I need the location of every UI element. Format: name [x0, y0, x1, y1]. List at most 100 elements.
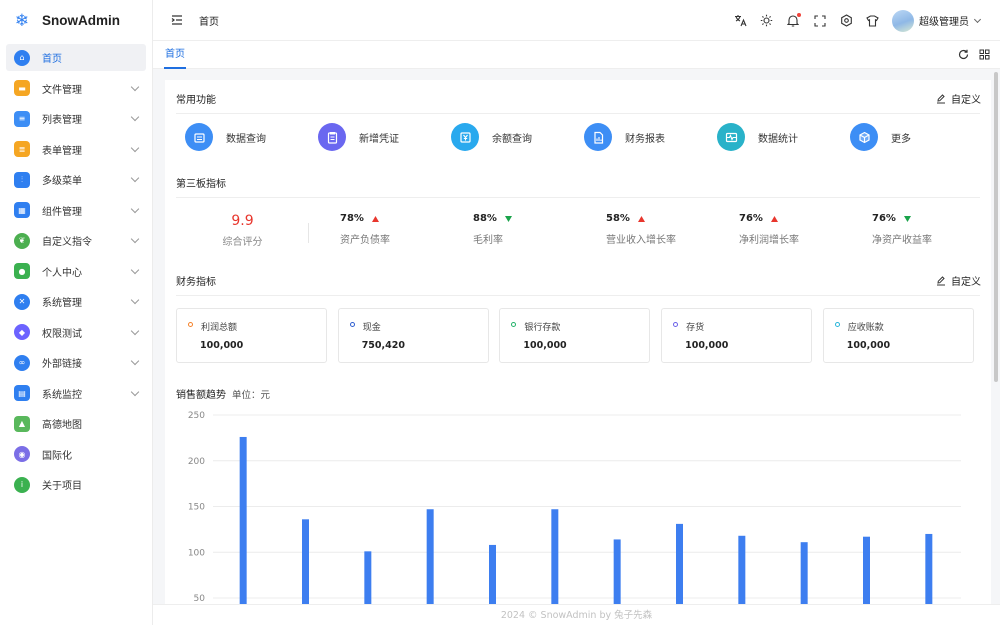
header-actions: 超级管理员	[733, 0, 1000, 41]
score-label: 综合评分	[222, 237, 263, 248]
sidebar-item[interactable]: ▲ 高德地图	[6, 410, 146, 437]
chart-title-text: 销售额趋势	[176, 390, 226, 401]
sun-icon[interactable]	[760, 14, 774, 28]
sidebar-item[interactable]: ❦ 自定义指令	[6, 227, 146, 254]
board-title: 第三板指标	[176, 179, 226, 190]
sidebar-item[interactable]: ≣ 表单管理	[6, 136, 146, 163]
finance-value: 100,000	[685, 340, 729, 351]
sidebar-item[interactable]: ◉ 国际化	[6, 441, 146, 468]
avatar[interactable]	[892, 9, 914, 32]
bar[interactable]	[239, 436, 247, 604]
trend-up-icon	[637, 215, 645, 222]
translate-icon[interactable]	[733, 14, 747, 28]
finance-card[interactable]: 银行存款 100,000	[499, 308, 651, 363]
bar[interactable]	[925, 533, 933, 604]
finance-name: 存货	[686, 323, 705, 333]
sidebar-item-label: 高德地图	[42, 420, 82, 431]
function-shortcut[interactable]: 财务报表	[584, 123, 665, 151]
bar[interactable]	[551, 509, 559, 604]
folder-icon: ▬	[14, 80, 30, 96]
function-shortcut[interactable]: 余额查询	[451, 123, 532, 151]
chevron-down-icon[interactable]	[130, 265, 140, 274]
chevron-down-icon[interactable]	[130, 143, 140, 152]
bar[interactable]	[738, 535, 746, 604]
sidebar-item[interactable]: ∞ 外部链接	[6, 349, 146, 376]
trend-up-icon	[371, 215, 379, 222]
report-icon	[584, 123, 612, 151]
logo[interactable]: ❄ SnowAdmin	[0, 0, 152, 41]
clipboard-icon	[318, 123, 346, 151]
sidebar-item[interactable]: ✕ 系统管理	[6, 288, 146, 315]
finance-card[interactable]: 利润总额 100,000	[176, 308, 327, 363]
function-shortcut[interactable]: 新增凭证	[318, 123, 399, 151]
status-dot	[511, 322, 517, 327]
sidebar-item-label: 自定义指令	[42, 237, 92, 248]
chevron-down-icon[interactable]	[130, 112, 140, 122]
sidebar-item-label: 系统监控	[42, 389, 82, 401]
breadcrumb[interactable]: 首页	[199, 13, 219, 28]
chevron-down-icon[interactable]	[130, 204, 140, 213]
bell-icon[interactable]	[786, 12, 801, 28]
bar[interactable]	[489, 544, 496, 604]
finance-title: 财务指标	[176, 277, 216, 288]
function-shortcut[interactable]: 更多	[850, 123, 911, 151]
kpi-label: 净利润增长率	[739, 235, 799, 246]
bar[interactable]	[426, 509, 434, 604]
function-shortcut[interactable]: 数据统计	[717, 123, 798, 151]
bar[interactable]	[302, 519, 309, 604]
fullscreen-icon[interactable]	[813, 14, 827, 28]
bar[interactable]	[364, 551, 372, 604]
customize-finance-button[interactable]: 自定义	[936, 273, 981, 288]
chevron-down-icon[interactable]	[130, 173, 140, 183]
sidebar-item[interactable]: ▬ 文件管理	[6, 75, 146, 102]
chevron-down-icon[interactable]	[973, 15, 982, 23]
user-name[interactable]: 超级管理员	[919, 13, 969, 28]
function-shortcut[interactable]: 数据查询	[185, 123, 266, 151]
y-tick-label: 100	[188, 548, 205, 558]
sidebar-item[interactable]: ⫶ 多级菜单	[6, 166, 146, 193]
sidebar-item[interactable]: ◆ 权限测试	[6, 319, 146, 346]
apps-grid-icon[interactable]	[978, 48, 990, 60]
sidebar-item[interactable]: ● 个人中心	[6, 258, 146, 285]
tab-home[interactable]: 首页	[164, 41, 186, 69]
sidebar-item-label: 组件管理	[42, 206, 82, 218]
chevron-down-icon[interactable]	[130, 387, 140, 396]
finance-name: 利润总额	[201, 323, 238, 333]
chevron-down-icon[interactable]	[130, 326, 140, 335]
sidebar-item[interactable]: ≡ 列表管理	[6, 105, 146, 132]
bar[interactable]	[863, 536, 870, 604]
kpi-item: 78% 资产负债率	[340, 213, 390, 246]
finance-card[interactable]: 现金 750,420	[337, 308, 489, 363]
customize-common-button[interactable]: 自定义	[936, 91, 981, 106]
scrollbar[interactable]	[994, 72, 998, 382]
kpi-value-text: 76%	[872, 213, 896, 224]
kpi-label: 毛利率	[473, 235, 503, 246]
chevron-down-icon[interactable]	[130, 234, 140, 244]
kpi-item: 58% 营业收入增长率	[606, 213, 676, 246]
menu-fold-icon[interactable]	[171, 14, 183, 26]
bar[interactable]	[613, 539, 621, 604]
chevron-down-icon[interactable]	[130, 295, 140, 305]
kpi-value: 76%	[872, 213, 932, 224]
sidebar-item[interactable]: ▦ 组件管理	[6, 197, 146, 224]
settings-icon[interactable]	[839, 14, 853, 28]
chevron-down-icon[interactable]	[130, 356, 140, 366]
finance-card[interactable]: 存货 100,000	[661, 308, 813, 363]
sidebar-item[interactable]: ▤ 系统监控	[6, 380, 146, 407]
function-label: 财务报表	[625, 133, 665, 145]
tools-icon: ✕	[14, 293, 30, 310]
sidebar-item[interactable]: ⌂ 首页	[6, 44, 146, 71]
chevron-down-icon[interactable]	[130, 82, 140, 91]
function-label: 余额查询	[492, 133, 532, 145]
function-label: 数据查询	[226, 133, 266, 145]
trend-up-icon	[770, 215, 778, 222]
skin-icon[interactable]	[866, 14, 880, 28]
bar[interactable]	[800, 542, 808, 604]
refresh-icon[interactable]	[957, 48, 969, 60]
finance-card[interactable]: 应收账款 100,000	[822, 308, 974, 363]
divider	[176, 295, 980, 296]
bar[interactable]	[676, 523, 683, 604]
y-tick-label: 200	[188, 457, 205, 467]
shield-icon: ◆	[14, 324, 30, 340]
sidebar-item[interactable]: i 关于项目	[6, 471, 146, 498]
